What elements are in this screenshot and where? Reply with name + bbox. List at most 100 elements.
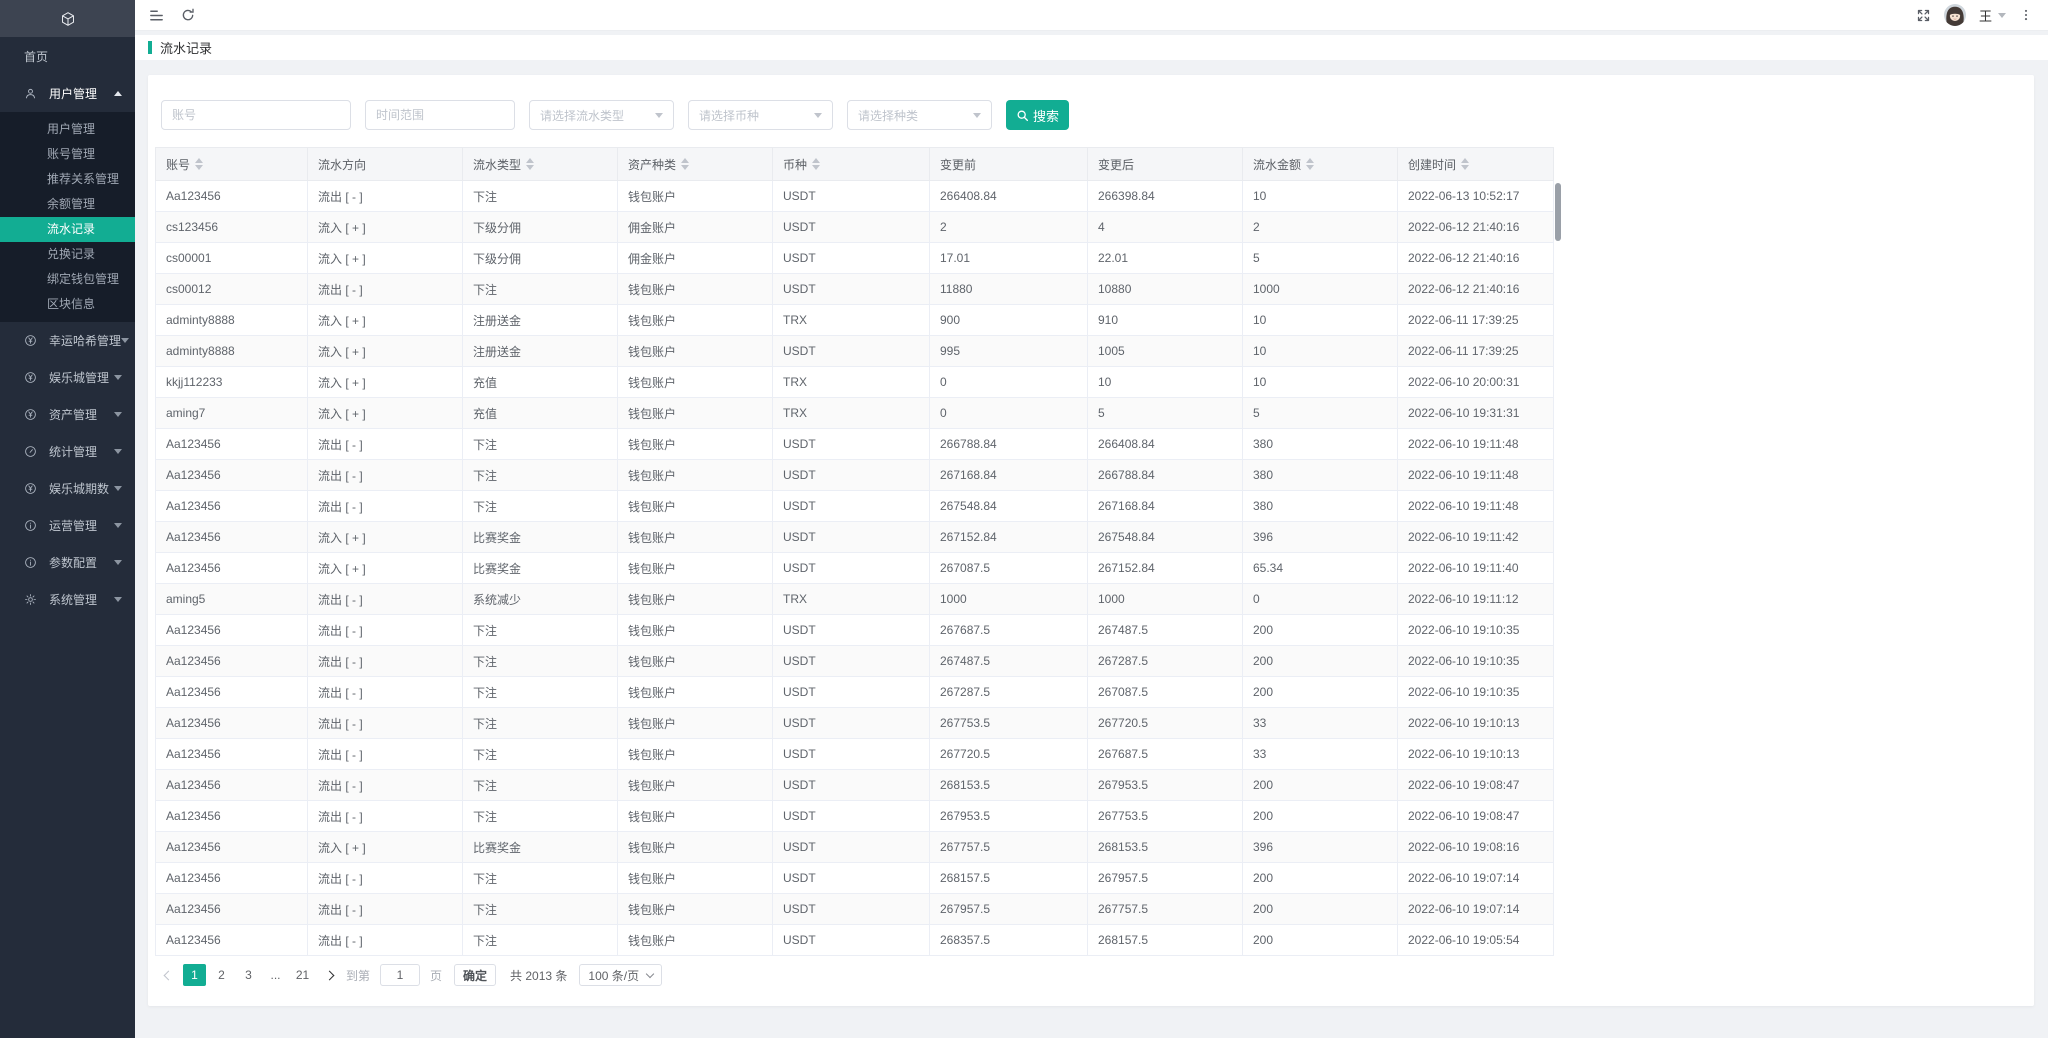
table-row: Aa123456流出 [ - ]下注钱包账户USDT267957.5267757…: [156, 894, 1554, 925]
sidebar-item-operations-management[interactable]: 运营管理: [0, 507, 135, 544]
chevron-down-icon: [114, 486, 122, 491]
cell: USDT: [773, 677, 930, 708]
account-input[interactable]: [161, 100, 351, 130]
column-header[interactable]: 流水类型: [463, 148, 618, 181]
cell: 1000: [1243, 274, 1398, 305]
sort-icon[interactable]: [1461, 158, 1469, 170]
cell: 流入 [ + ]: [308, 305, 463, 336]
sidebar-item-home[interactable]: 首页: [0, 37, 135, 75]
column-header[interactable]: 流水金额: [1243, 148, 1398, 181]
confirm-button[interactable]: 确定: [454, 964, 496, 986]
pagination-page-21[interactable]: 21: [291, 964, 314, 986]
cell: 钱包账户: [618, 181, 773, 212]
sidebar-item-account-management[interactable]: 账号管理: [0, 142, 135, 167]
cell: Aa123456: [156, 832, 308, 863]
currency-select[interactable]: 请选择币种: [688, 100, 833, 130]
sidebar-item-lucky-hash[interactable]: 幸运哈希管理: [0, 322, 135, 359]
goto-suffix-label: 页: [430, 967, 442, 984]
next-page-button[interactable]: [318, 964, 340, 986]
sidebar-item-parameter-config[interactable]: 参数配置: [0, 544, 135, 581]
sort-icon[interactable]: [526, 158, 534, 170]
sort-desc-icon: [526, 165, 534, 170]
column-header[interactable]: 账号: [156, 148, 308, 181]
column-header: 变更前: [930, 148, 1088, 181]
sidebar-item-system-management[interactable]: 系统管理: [0, 581, 135, 618]
cell: 267687.5: [1088, 739, 1243, 770]
page-size-select[interactable]: 100 条/页: [579, 964, 662, 986]
time-range-input[interactable]: [365, 100, 515, 130]
search-button-label: 搜索: [1033, 106, 1059, 125]
cell: 流出 [ - ]: [308, 584, 463, 615]
fullscreen-icon[interactable]: [1916, 8, 1931, 23]
cell: Aa123456: [156, 646, 308, 677]
chevron-down-icon: [114, 412, 122, 417]
cell: Aa123456: [156, 491, 308, 522]
sidebar-item-asset-management[interactable]: 资产管理: [0, 396, 135, 433]
search-button[interactable]: 搜索: [1006, 100, 1069, 130]
column-header[interactable]: 币种: [773, 148, 930, 181]
app-logo: [0, 0, 135, 37]
cell: 267957.5: [930, 894, 1088, 925]
cell: USDT: [773, 925, 930, 956]
sidebar-item-referral-management[interactable]: 推荐关系管理: [0, 167, 135, 192]
sort-icon[interactable]: [812, 158, 820, 170]
cell: 1000: [1088, 584, 1243, 615]
sort-asc-icon: [812, 158, 820, 163]
cell: 流出 [ - ]: [308, 274, 463, 305]
table-row: Aa123456流出 [ - ]下注钱包账户USDT266408.8426639…: [156, 181, 1554, 212]
user-caret-icon[interactable]: [1998, 13, 2006, 18]
cell: TRX: [773, 584, 930, 615]
cell: 396: [1243, 832, 1398, 863]
sidebar-item-block-info[interactable]: 区块信息: [0, 292, 135, 317]
sidebar-item-wallet-binding[interactable]: 绑定钱包管理: [0, 267, 135, 292]
prev-page-button[interactable]: [157, 964, 179, 986]
cell: adminty8888: [156, 305, 308, 336]
cell: 钱包账户: [618, 832, 773, 863]
cell: 佣金账户: [618, 243, 773, 274]
sidebar-toggle-icon[interactable]: [148, 7, 165, 24]
pagination-page-1[interactable]: 1: [183, 964, 206, 986]
cell: 266398.84: [1088, 181, 1243, 212]
sidebar-item-statistics-management[interactable]: 统计管理: [0, 433, 135, 470]
refresh-icon[interactable]: [180, 7, 196, 23]
sidebar-item-balance-management[interactable]: 余额管理: [0, 192, 135, 217]
chevron-down-icon: [114, 375, 122, 380]
sidebar-item-casino-periods[interactable]: 娱乐城期数: [0, 470, 135, 507]
sidebar-item-user-management-sub[interactable]: 用户管理: [0, 117, 135, 142]
avatar[interactable]: [1944, 4, 1966, 26]
table-row: Aa123456流出 [ - ]下注钱包账户USDT268157.5267957…: [156, 863, 1554, 894]
pagination-ellipsis[interactable]: ...: [264, 964, 287, 986]
cell: 钱包账户: [618, 615, 773, 646]
cell: 200: [1243, 646, 1398, 677]
sort-icon[interactable]: [195, 158, 203, 170]
cell: 268157.5: [1088, 925, 1243, 956]
more-menu-icon[interactable]: [2019, 7, 2033, 23]
sidebar-item-exchange-records[interactable]: 兑换记录: [0, 242, 135, 267]
chevron-down-icon: [114, 523, 122, 528]
chevron-down-icon: [114, 449, 122, 454]
sidebar-item-casino-management[interactable]: 娱乐城管理: [0, 359, 135, 396]
vertical-scrollbar[interactable]: [1555, 183, 1561, 241]
cell: 267757.5: [1088, 894, 1243, 925]
sidebar-item-flow-records[interactable]: 流水记录: [0, 217, 135, 242]
cell: 396: [1243, 522, 1398, 553]
category-select[interactable]: 请选择种类: [847, 100, 992, 130]
cell: 流入 [ + ]: [308, 243, 463, 274]
column-header-inner: 创建时间: [1408, 156, 1543, 173]
column-header[interactable]: 创建时间: [1398, 148, 1554, 181]
goto-page-input[interactable]: [380, 964, 420, 986]
column-header-inner: 变更后: [1098, 156, 1232, 173]
sort-icon[interactable]: [681, 158, 689, 170]
column-header[interactable]: 资产种类: [618, 148, 773, 181]
sort-icon[interactable]: [1306, 158, 1314, 170]
user-name[interactable]: 王: [1979, 6, 1992, 25]
sidebar-item-user-management[interactable]: 用户管理: [0, 75, 135, 112]
flow-type-select[interactable]: 请选择流水类型: [529, 100, 674, 130]
cell: 2022-06-10 19:10:35: [1398, 677, 1554, 708]
pagination-page-3[interactable]: 3: [237, 964, 260, 986]
pagination-page-2[interactable]: 2: [210, 964, 233, 986]
cell: 流出 [ - ]: [308, 677, 463, 708]
title-accent-bar: [148, 41, 152, 54]
cell: 下注: [463, 770, 618, 801]
cell: 下注: [463, 925, 618, 956]
